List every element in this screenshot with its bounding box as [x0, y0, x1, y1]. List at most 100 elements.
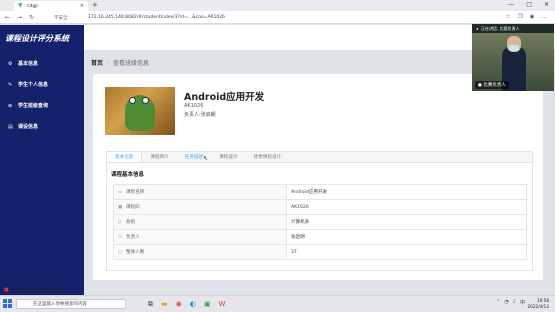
profile-icon[interactable]: ◉ [530, 14, 535, 20]
vue-logo-icon: ▼ [18, 2, 23, 9]
tab-course-intro[interactable]: 课程简介 [142, 152, 176, 162]
building-icon: ▯ [118, 220, 121, 225]
tab-course-design[interactable]: 课程设计 [211, 152, 245, 162]
sidebar-item-course-design[interactable]: ▤ 课设信息 [0, 116, 84, 137]
clock-date: 2022/4/12 [527, 304, 549, 309]
file-explorer-icon[interactable]: ▬ [161, 299, 168, 309]
table-row: ▭ 课程名称 Android应用开发 [113, 184, 527, 200]
app-title: 课程设计评分系统 [5, 34, 69, 43]
user-icon: ⚇ [118, 235, 123, 240]
video-overlay[interactable]: ◂ 正在讲话: 比赛负责人 ● 比赛负责人 [472, 24, 554, 91]
sidebar-item-basic-info[interactable]: ⚙ 基本信息 [0, 53, 84, 74]
chrome-icon[interactable]: ◉ [176, 299, 182, 309]
table-row: ▢ 整体人数 37 [113, 244, 527, 260]
sidebar-item-label: 课设信息 [18, 124, 39, 130]
collections-icon[interactable]: ❐ [518, 14, 523, 20]
tab-excellent-design[interactable]: 优秀课程设计 [246, 152, 290, 162]
address-bar: ← → ↻ 不安全 172.16.245.146:8082/#/studentI… [0, 11, 555, 24]
table-row: ▦ 课程码 AK1026 [113, 199, 527, 215]
sidebar-item-label: 学生个人信息 [18, 82, 49, 88]
list-icon: ▤ [8, 123, 13, 130]
url-field[interactable]: 172.16.245.146:8082/#/studentIndex/3?id=… [88, 15, 225, 20]
breadcrumb: 首页 / 查看班级信息 [91, 58, 149, 67]
taskbar: 在这里输入你要搜索的内容 ⧉ ▬ ◉ ◐ ▣ W ⌃ ◔ ♪ 中 16:58 2… [0, 295, 555, 312]
row-key: 负责人 [126, 235, 140, 240]
course-owner: 负责人:张启朗 [184, 112, 216, 118]
minimize-icon[interactable]: — [508, 1, 514, 8]
course-code: AK1026 [184, 103, 204, 109]
task-view-icon[interactable]: ⧉ [148, 299, 153, 309]
row-key: 系别 [126, 220, 136, 225]
user-icon: ✎ [8, 81, 13, 88]
sidebar-menu: ⚙ 基本信息 ✎ 学生个人信息 ⊙ 学生班级查询 ▤ 课设信息 [0, 53, 84, 137]
breadcrumb-current: 查看班级信息 [113, 60, 150, 67]
refresh-icon[interactable]: ↻ [29, 14, 34, 21]
video-title-bar: ◂ 正在讲话: 比赛负责人 [472, 24, 554, 33]
new-tab-button[interactable]: + [92, 1, 98, 9]
taskbar-apps: ⧉ ▬ ◉ ◐ ▣ W [148, 299, 225, 309]
windows-start-icon[interactable] [3, 299, 12, 308]
taskbar-clock[interactable]: 16:58 2022/4/12 [528, 298, 549, 310]
chevron-up-icon[interactable]: ⌃ [496, 299, 500, 306]
browser-tab-title: cdgp [27, 3, 39, 9]
speaker-icon: ◂ [476, 26, 479, 31]
input-method-icon[interactable]: 中 [520, 299, 525, 306]
maximize-icon[interactable]: □ [526, 1, 532, 8]
course-title: Android应用开发 [184, 92, 265, 103]
wps-icon[interactable]: W [218, 299, 225, 309]
sidebar-item-label: 基本信息 [18, 61, 39, 67]
sidebar-item-label: 学生班级查询 [18, 103, 49, 109]
toolbar-right: ☆ ❐ ◉ … [506, 14, 547, 20]
panel-title: 课程基本信息 [111, 172, 145, 178]
taskbar-search-input[interactable]: 在这里输入你要搜索的内容 [16, 299, 126, 309]
cover-frog-eye [142, 97, 149, 104]
table-row: ⚇ 负责人 张启朗 [113, 229, 527, 245]
close-window-icon[interactable]: ✕ [544, 1, 549, 8]
video-bar-text: 正在讲话: 比赛负责人 [481, 25, 520, 31]
tab-basic-info[interactable]: 基本信息 [107, 152, 143, 162]
sidebar-item-student-info[interactable]: ✎ 学生个人信息 [0, 74, 84, 95]
star-icon[interactable]: ☆ [506, 14, 511, 20]
insecure-label[interactable]: 不安全 [54, 15, 68, 21]
breadcrumb-separator: / [107, 59, 110, 66]
table-row: ▯ 系别 计算机系 [113, 214, 527, 230]
forward-icon[interactable]: → [17, 14, 22, 21]
screen-share-icon: ■ [4, 286, 9, 293]
course-cover-image [105, 87, 175, 135]
app-icon[interactable]: ▣ [204, 299, 211, 309]
breadcrumb-home[interactable]: 首页 [91, 58, 103, 67]
volume-icon[interactable]: ♪ [513, 299, 516, 306]
mic-icon: ● [478, 83, 482, 88]
menu-icon[interactable]: … [542, 14, 548, 20]
mouse-cursor-icon: ↖ [203, 155, 209, 162]
nav-buttons: ← → ↻ [5, 14, 34, 21]
browser-tab-bar: ▼ cdgp ✕ + — □ ✕ [0, 0, 555, 11]
sidebar-item-class-query[interactable]: ⊙ 学生班级查询 [0, 95, 84, 116]
row-value: AK1026 [286, 199, 527, 215]
sidebar: 课程设计评分系统 ⚙ 基本信息 ✎ 学生个人信息 ⊙ 学生班级查询 ▤ 课设信息 [0, 25, 84, 295]
course-tabs: 基本信息 课程简介 任务描述 课程设计 优秀课程设计 [106, 151, 533, 163]
system-tray: ⌃ ◔ ♪ 中 [496, 299, 525, 306]
row-value: 计算机系 [286, 214, 527, 230]
network-icon[interactable]: ◔ [504, 299, 508, 306]
edge-icon[interactable]: ◐ [190, 299, 196, 309]
browser-tab[interactable]: ▼ cdgp ✕ [14, 1, 88, 11]
video-name-label: ● 比赛负责人 [475, 81, 509, 89]
row-key: 整体人数 [126, 250, 145, 255]
row-value: Android应用开发 [286, 184, 527, 200]
video-person-mask [509, 45, 519, 51]
screen-share-label: ■ 比赛负责人的屏幕共享 [4, 286, 59, 294]
search-icon: ⊙ [8, 102, 13, 109]
course-info-table: ▭ 课程名称 Android应用开发 ▦ 课程码 AK1026 ▯ 系别 计算机系 ⚇… [113, 184, 527, 260]
row-value: 37 [286, 244, 527, 260]
gear-icon: ⚙ [8, 60, 13, 67]
back-icon[interactable]: ← [5, 14, 10, 21]
close-tab-icon[interactable]: ✕ [80, 3, 84, 9]
row-value: 张启朗 [286, 229, 527, 245]
row-key: 课程名称 [126, 190, 145, 195]
code-icon: ▦ [118, 205, 123, 210]
people-icon: ▢ [118, 250, 123, 255]
cover-frog-eye [129, 97, 136, 104]
row-key: 课程码 [126, 205, 140, 210]
book-icon: ▭ [118, 190, 123, 195]
